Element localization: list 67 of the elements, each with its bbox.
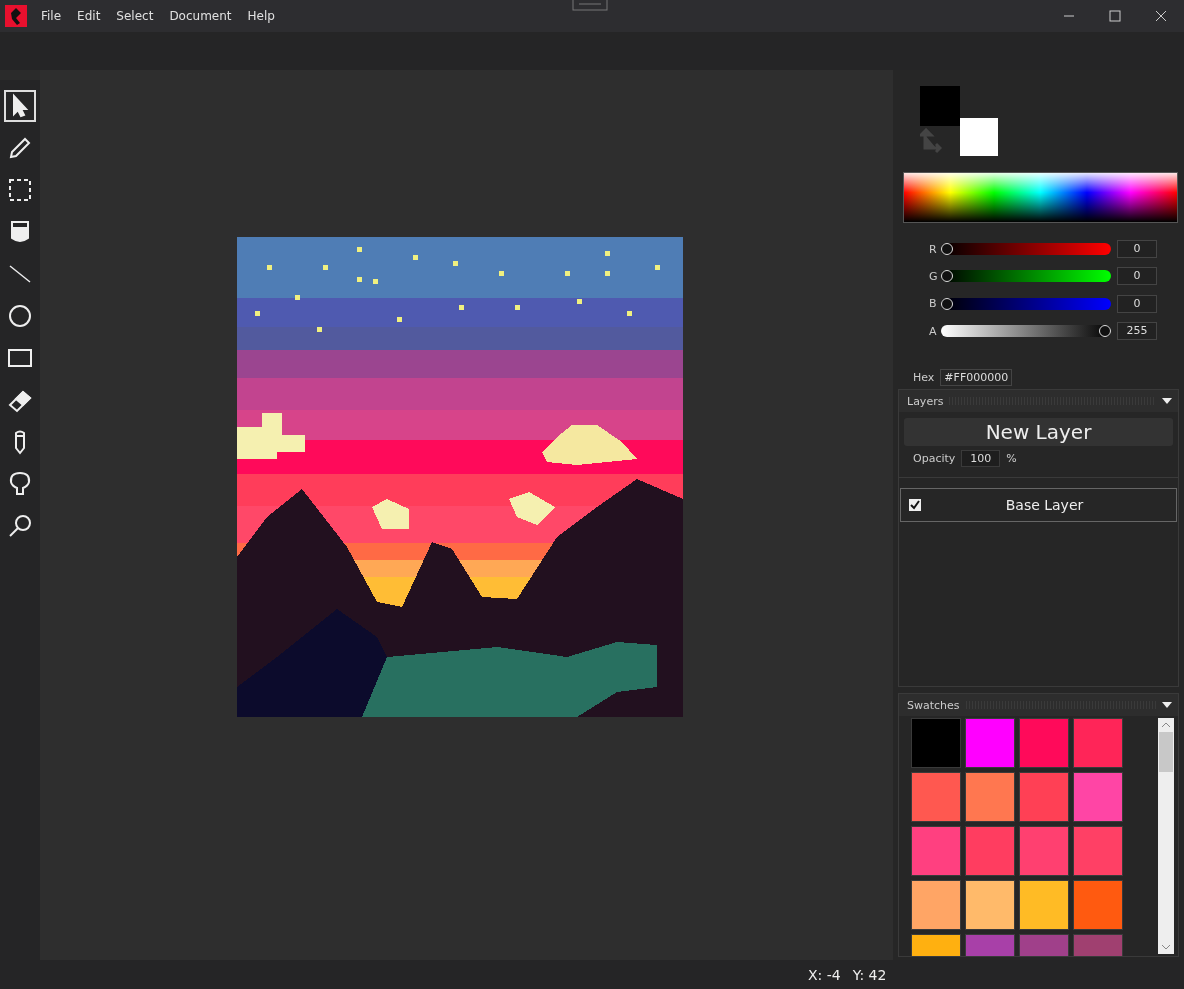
color-swatch[interactable] [1019,826,1069,876]
hex-field[interactable]: #FF000000 [940,368,1013,386]
scrollbar-thumb[interactable] [1159,732,1173,772]
slider-thumb[interactable] [941,297,953,310]
channel-slider[interactable] [941,297,1111,310]
hex-label: Hex [913,370,935,384]
collapse-caret-icon[interactable] [1162,398,1172,404]
color-spectrum[interactable] [903,172,1178,224]
menu-item[interactable]: Help [247,9,275,23]
color-swatch[interactable] [911,772,961,822]
check-icon [910,500,920,510]
channel-value-field[interactable]: 0 [1117,267,1157,286]
color-swatch[interactable] [1019,880,1069,930]
channel-value-field[interactable]: 255 [1117,322,1157,341]
search-icon [7,513,33,539]
menu-item[interactable]: Document [169,9,232,23]
channel-slider[interactable] [941,243,1111,256]
menu-item[interactable]: File [41,9,62,23]
color-swatch[interactable] [1073,718,1123,768]
tool-button[interactable] [4,90,36,122]
channel-value-field[interactable]: 0 [1117,240,1157,259]
channel-label: A [929,324,938,338]
panel-title: Layers [907,394,944,408]
layer-row[interactable]: Base Layer [900,488,1177,522]
cursor-y-coordinate: Y: 42 [852,966,887,983]
channel-label: R [929,242,938,256]
circle-icon [7,303,33,329]
slider-thumb[interactable] [941,270,953,283]
color-swatch[interactable] [911,718,961,768]
opacity-label: Opacity [913,452,956,465]
channel-value-field[interactable]: 0 [1117,294,1157,313]
secondary-color-swatch[interactable] [960,118,998,156]
opacity-field[interactable]: 100 [961,450,1001,467]
color-swatch[interactable] [965,772,1015,822]
channel-slider[interactable] [941,325,1111,338]
close-icon [1155,10,1167,22]
channel-slider[interactable] [941,270,1111,283]
menu-item[interactable]: Select [116,9,154,23]
menu-item[interactable]: Edit [77,9,101,23]
collapse-caret-icon[interactable] [1162,702,1172,708]
color-swatch[interactable] [911,826,961,876]
color-swatch[interactable] [1073,880,1123,930]
color-swatch[interactable] [1073,772,1123,822]
maximize-icon [1109,10,1121,22]
drag-handle-icon[interactable] [572,0,608,12]
panel-title: Swatches [907,698,960,712]
selection-icon [7,177,33,203]
pencil-icon [7,135,33,161]
color-swatch[interactable] [965,718,1015,768]
slider-thumb[interactable] [941,243,953,256]
channel-label: B [929,297,938,311]
color-swatch[interactable] [911,880,961,930]
color-swatch[interactable] [965,826,1015,876]
lightbulb-icon [7,471,33,497]
color-swatch[interactable] [965,880,1015,930]
color-swatch[interactable] [1019,718,1069,768]
layer-name: Base Layer [1004,497,1085,513]
app-logo-icon [5,5,27,27]
color-swatch[interactable] [1019,772,1069,822]
primary-color-swatch[interactable] [920,86,960,126]
percent-label: % [1006,452,1017,465]
new-layer-button[interactable]: New Layer [904,418,1173,446]
visibility-checkbox[interactable] [909,499,921,511]
slider-thumb[interactable] [1099,325,1111,338]
channel-label: G [929,270,939,283]
cursor-x-coordinate: X: -4 [808,966,841,983]
color-swatch[interactable] [1073,826,1123,876]
